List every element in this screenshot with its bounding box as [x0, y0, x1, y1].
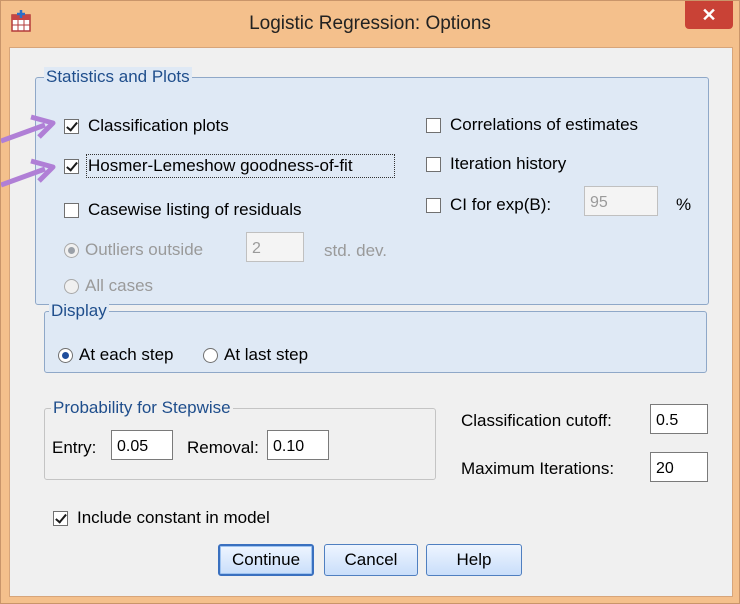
iteration-history-label[interactable]: Iteration history — [450, 154, 566, 174]
cancel-button[interactable]: Cancel — [324, 544, 418, 576]
outliers-label[interactable]: Outliers outside — [85, 240, 203, 260]
annotation-arrow-icon — [1, 158, 56, 188]
checkbox-box[interactable] — [64, 158, 79, 174]
classification-cutoff-input[interactable]: 0.5 — [650, 404, 708, 434]
classification-plots-label[interactable]: Classification plots — [88, 116, 229, 136]
all-cases-label[interactable]: All cases — [85, 276, 153, 296]
checkbox-box[interactable] — [64, 202, 79, 218]
hosmer-lemeshow-label[interactable]: Hosmer-Lemeshow goodness-of-fit — [86, 154, 395, 178]
help-button[interactable]: Help — [426, 544, 522, 576]
ci-exp-b-checkbox[interactable]: CI for exp(B): — [426, 195, 551, 215]
casewise-listing-label[interactable]: Casewise listing of residuals — [88, 200, 302, 220]
statistics-plots-legend: Statistics and Plots — [44, 67, 192, 87]
classification-plots-checkbox[interactable]: Classification plots — [64, 116, 229, 136]
all-cases-radio[interactable]: All cases — [64, 276, 153, 296]
removal-input[interactable]: 0.10 — [267, 430, 329, 460]
probability-stepwise-legend: Probability for Stepwise — [51, 398, 233, 418]
at-each-step-radio[interactable]: At each step — [58, 345, 174, 365]
checkbox-box[interactable] — [426, 117, 441, 133]
dialog-window: Logistic Regression: Options ✕ Statistic… — [0, 0, 740, 604]
close-button[interactable]: ✕ — [685, 1, 733, 29]
radio-button[interactable] — [58, 347, 73, 363]
hosmer-lemeshow-checkbox[interactable]: Hosmer-Lemeshow goodness-of-fit — [64, 154, 395, 178]
ci-exp-b-label[interactable]: CI for exp(B): — [450, 195, 551, 215]
title-bar: Logistic Regression: Options ✕ — [1, 1, 739, 47]
checkbox-box[interactable] — [64, 118, 79, 134]
checkbox-box[interactable] — [426, 156, 441, 172]
window-title: Logistic Regression: Options — [249, 13, 491, 34]
ci-percent-label: % — [676, 195, 692, 214]
maximum-iterations-input[interactable]: 20 — [650, 452, 708, 482]
classification-cutoff-label: Classification cutoff: — [461, 411, 612, 430]
radio-button[interactable] — [64, 242, 79, 258]
include-constant-checkbox[interactable]: Include constant in model — [53, 508, 270, 528]
close-icon[interactable]: ✕ — [701, 5, 716, 26]
checkbox-box[interactable] — [53, 510, 68, 526]
annotation-arrow-icon — [1, 114, 56, 144]
continue-button[interactable]: Continue — [218, 544, 314, 576]
iteration-history-checkbox[interactable]: Iteration history — [426, 154, 566, 174]
casewise-listing-checkbox[interactable]: Casewise listing of residuals — [64, 200, 302, 220]
display-legend: Display — [49, 301, 109, 321]
correlations-checkbox[interactable]: Correlations of estimates — [426, 115, 638, 135]
maximum-iterations-label: Maximum Iterations: — [461, 459, 615, 478]
outliers-radio[interactable]: Outliers outside — [64, 240, 203, 260]
dialog-body: Statistics and Plots Classification plot… — [9, 47, 733, 597]
at-last-step-label[interactable]: At last step — [224, 345, 308, 365]
checkbox-box[interactable] — [426, 197, 441, 213]
radio-button[interactable] — [64, 278, 79, 294]
at-last-step-radio[interactable]: At last step — [203, 345, 308, 365]
at-each-step-label[interactable]: At each step — [79, 345, 174, 365]
outliers-std-input[interactable]: 2 — [246, 232, 304, 262]
std-dev-label: std. dev. — [324, 241, 387, 260]
entry-input[interactable]: 0.05 — [111, 430, 173, 460]
include-constant-label[interactable]: Include constant in model — [77, 508, 270, 528]
ci-value-input[interactable]: 95 — [584, 186, 658, 216]
radio-button[interactable] — [203, 347, 218, 363]
removal-label: Removal: — [187, 438, 259, 457]
entry-label: Entry: — [52, 438, 97, 457]
correlations-label[interactable]: Correlations of estimates — [450, 115, 638, 135]
